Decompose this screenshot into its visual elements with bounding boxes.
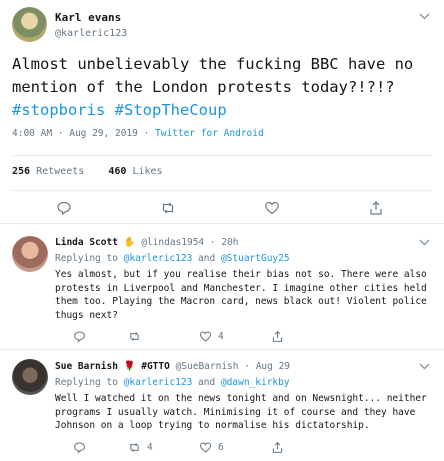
like-count: 6 (218, 441, 224, 453)
main-tweet: Karl evans @karleric123 Almost unbelieva… (0, 0, 444, 224)
replying-to: Replying to @karleric123 and @StuartGuy2… (55, 253, 290, 264)
mention-link[interactable]: @dawn_kirkby (221, 377, 290, 388)
like-count: 4 (218, 330, 224, 342)
divider (12, 190, 432, 191)
heart-icon[interactable]: 6 (199, 439, 224, 455)
retweets-count: 256 (12, 166, 31, 177)
tweet-time: 4:00 AM (12, 128, 53, 139)
replying-to: Replying to @karleric123 and @dawn_kirkb… (55, 377, 290, 388)
replying-and: and (198, 377, 216, 388)
likes-stat[interactable]: 460 Likes (108, 166, 162, 177)
retweet-icon[interactable]: 4 (128, 439, 153, 455)
tweet-source[interactable]: Twitter for Android (155, 128, 264, 139)
heart-icon[interactable]: 4 (199, 328, 224, 344)
avatar[interactable] (12, 7, 47, 42)
retweets-label: Retweets (36, 166, 85, 177)
reply-author[interactable]: Sue Barnish (55, 361, 118, 372)
tweet-date: Aug 29, 2019 (69, 128, 138, 139)
share-icon[interactable] (271, 328, 284, 344)
tweet-actions (0, 198, 444, 218)
avatar[interactable] (12, 359, 48, 395)
avatar[interactable] (12, 236, 48, 272)
author-name[interactable]: Karl evans (55, 11, 121, 24)
mention-link[interactable]: @karleric123 (124, 253, 193, 264)
chevron-down-icon[interactable] (419, 238, 430, 249)
reply-header: Sue Barnish 🌹 #GTTO @SueBarnish · Aug 29 (55, 361, 291, 372)
retweets-stat[interactable]: 256 Retweets (12, 166, 84, 177)
reply-handle[interactable]: @SueBarnish (176, 361, 239, 372)
reply-icon[interactable] (54, 198, 74, 218)
replying-label: Replying to (55, 253, 118, 264)
mention-link[interactable]: @karleric123 (124, 377, 193, 388)
likes-count: 460 (108, 166, 127, 177)
retweet-count: 4 (147, 441, 153, 453)
tweet-body: Almost unbelievably the fucking BBC have… (12, 55, 414, 96)
retweet-icon[interactable] (128, 328, 147, 344)
replying-label: Replying to (55, 377, 118, 388)
retweet-icon[interactable] (158, 198, 178, 218)
reply-tweet[interactable]: Linda Scott ✋ @lindas1954 · 20h Replying… (0, 224, 444, 350)
share-icon[interactable] (366, 198, 386, 218)
replying-and: and (198, 253, 216, 264)
tweet-meta: 4:00 AM · Aug 29, 2019 · Twitter for And… (12, 128, 264, 139)
reply-text: Well I watched it on the news tonight an… (55, 393, 427, 431)
mention-link[interactable]: @StuartGuy25 (221, 253, 290, 264)
reply-icon[interactable] (73, 328, 86, 344)
share-icon[interactable] (271, 439, 284, 455)
tweet-stats: 256 Retweets 460 Likes (12, 166, 163, 177)
heart-icon[interactable] (262, 198, 282, 218)
reply-time[interactable]: Aug 29 (256, 361, 290, 372)
hashtag-stopboris[interactable]: #stopboris (12, 101, 105, 119)
reply-header: Linda Scott ✋ @lindas1954 · 20h (55, 237, 239, 248)
reply-text: Yes almost, but if you realise their bia… (55, 269, 427, 321)
reply-time[interactable]: 20h (221, 237, 238, 248)
author-handle[interactable]: @karleric123 (55, 28, 127, 39)
reply-icon[interactable] (73, 439, 86, 455)
reply-tag: #GTTO (141, 361, 170, 372)
hashtag-stopthecoup[interactable]: #StopTheCoup (115, 101, 227, 119)
reply-actions: 4 (55, 328, 395, 344)
reply-handle[interactable]: @lindas1954 (141, 237, 204, 248)
chevron-down-icon[interactable] (419, 362, 430, 373)
reply-actions: 4 6 (55, 439, 395, 455)
chevron-down-icon[interactable] (419, 12, 430, 23)
reply-author[interactable]: Linda Scott (55, 237, 118, 248)
hand-emoji: ✋ (123, 237, 136, 248)
likes-label: Likes (132, 166, 163, 177)
tweet-text: Almost unbelievably the fucking BBC have… (12, 53, 432, 122)
rose-emoji: 🌹 (123, 361, 136, 372)
divider (12, 155, 432, 156)
reply-tweet[interactable]: Sue Barnish 🌹 #GTTO @SueBarnish · Aug 29… (0, 350, 444, 461)
